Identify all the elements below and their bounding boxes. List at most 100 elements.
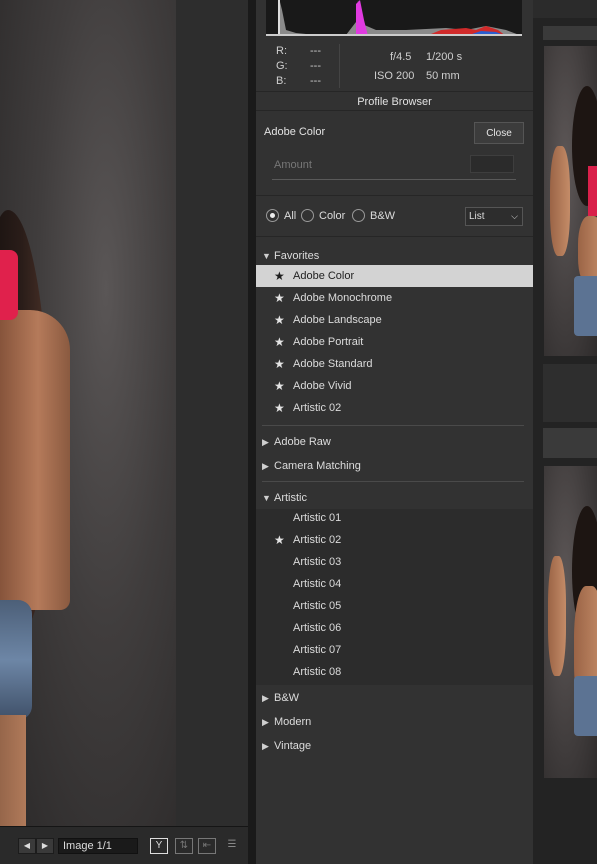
- group-favorites[interactable]: ▼ Favorites: [262, 247, 319, 265]
- histogram: [266, 0, 522, 36]
- filter-bw-radio[interactable]: [352, 209, 365, 222]
- group-adobe-raw[interactable]: ▶ Adobe Raw: [262, 433, 331, 451]
- filmstrip-thumbnail-2[interactable]: [544, 466, 597, 778]
- profile-label: Artistic 04: [293, 578, 342, 590]
- profile-browser-panel: R: G: B: --- --- --- f/4.5 1/200 s ISO 2…: [256, 0, 533, 864]
- profile-row-artistic-01[interactable]: Artistic 01: [256, 507, 533, 529]
- collapsed-triangle-icon: ▶: [262, 717, 269, 727]
- prev-arrow-icon[interactable]: ◀: [18, 838, 36, 854]
- thumb-top: [588, 166, 597, 216]
- view-mode-select[interactable]: List ⌵: [465, 207, 523, 226]
- b-label: B:: [276, 75, 287, 87]
- shutter-speed: 1/200 s: [426, 51, 463, 63]
- profile-label: Artistic 03: [293, 556, 342, 568]
- collapsed-triangle-icon: ▶: [262, 461, 269, 471]
- profile-label: Artistic 07: [293, 644, 342, 656]
- expanded-triangle-icon: ▼: [262, 493, 271, 503]
- group-modern[interactable]: ▶ Modern: [262, 713, 311, 731]
- star-icon[interactable]: ★: [274, 529, 285, 551]
- group-label: Camera Matching: [274, 460, 361, 472]
- aperture: f/4.5: [390, 51, 412, 63]
- profile-row-adobe-color[interactable]: ★ Adobe Color: [256, 265, 533, 287]
- group-label: Artistic: [274, 492, 307, 504]
- profile-label: Artistic 02: [293, 402, 342, 414]
- group-divider: [262, 425, 524, 426]
- profile-browser-title: Profile Browser: [256, 93, 533, 111]
- profile-row-artistic-03[interactable]: Artistic 03: [256, 551, 533, 573]
- collapsed-triangle-icon: ▶: [262, 437, 269, 447]
- filmstrip-header: [533, 0, 597, 18]
- photo-skin: [0, 310, 70, 610]
- g-label: G:: [276, 60, 288, 72]
- close-button[interactable]: Close: [474, 122, 524, 144]
- collapsed-triangle-icon: ▶: [262, 741, 269, 751]
- collapsed-triangle-icon: ▶: [262, 693, 269, 703]
- profile-row-artistic-02[interactable]: ★ Artistic 02: [256, 529, 533, 551]
- profile-label: Adobe Vivid: [293, 380, 352, 392]
- profile-row-artistic-08[interactable]: Artistic 08: [256, 661, 533, 683]
- amount-label: Amount: [274, 159, 312, 171]
- profile-label: Artistic 02: [293, 534, 342, 546]
- thumb-arm: [548, 556, 566, 676]
- profile-row-artistic-04[interactable]: Artistic 04: [256, 573, 533, 595]
- profile-row-artistic-06[interactable]: Artistic 06: [256, 617, 533, 639]
- settings-icon[interactable]: ☰: [223, 838, 241, 854]
- filter-all-label[interactable]: All: [284, 210, 296, 222]
- star-icon[interactable]: ★: [274, 331, 285, 353]
- next-arrow-icon[interactable]: ▶: [36, 838, 54, 854]
- group-label: Vintage: [274, 740, 312, 752]
- r-value: ---: [310, 45, 321, 57]
- profile-row-adobe-standard[interactable]: ★ Adobe Standard: [256, 353, 533, 375]
- star-icon[interactable]: ★: [274, 353, 285, 375]
- profile-row-artistic-07[interactable]: Artistic 07: [256, 639, 533, 661]
- star-icon[interactable]: ★: [274, 397, 285, 419]
- filter-color-radio[interactable]: [301, 209, 314, 222]
- profile-row-adobe-vivid[interactable]: ★ Adobe Vivid: [256, 375, 533, 397]
- group-artistic[interactable]: ▼ Artistic: [262, 489, 307, 507]
- profile-row-adobe-landscape[interactable]: ★ Adobe Landscape: [256, 309, 533, 331]
- section-divider: [256, 236, 533, 237]
- filmstrip: [533, 0, 597, 864]
- before-after-icon[interactable]: Y: [150, 838, 168, 854]
- profile-label: Adobe Monochrome: [293, 292, 393, 304]
- profile-label: Artistic 01: [293, 512, 342, 524]
- swap-icon[interactable]: ⇅: [175, 838, 193, 854]
- group-vintage[interactable]: ▶ Vintage: [262, 737, 311, 755]
- r-label: R:: [276, 45, 287, 57]
- group-label: Modern: [274, 716, 312, 728]
- group-camera-matching[interactable]: ▶ Camera Matching: [262, 457, 361, 475]
- filter-all-radio[interactable]: [266, 209, 279, 222]
- star-icon[interactable]: ★: [274, 375, 285, 397]
- filmstrip-thumbnail-1[interactable]: [544, 46, 597, 356]
- profile-row-adobe-portrait[interactable]: ★ Adobe Portrait: [256, 331, 533, 353]
- photo-shorts: [0, 600, 32, 720]
- histogram-graph: [266, 0, 522, 36]
- star-icon[interactable]: ★: [274, 309, 285, 331]
- profile-row-adobe-monochrome[interactable]: ★ Adobe Monochrome: [256, 287, 533, 309]
- copy-settings-icon[interactable]: ⇤: [198, 838, 216, 854]
- group-divider: [262, 481, 524, 482]
- profile-row-artistic-05[interactable]: Artistic 05: [256, 595, 533, 617]
- filmstrip-tab[interactable]: [543, 26, 597, 40]
- group-label: Favorites: [274, 250, 320, 262]
- canvas-background: [176, 0, 248, 826]
- thumb-shorts: [574, 676, 597, 736]
- filter-color-label[interactable]: Color: [319, 210, 345, 222]
- profile-label: Artistic 08: [293, 666, 342, 678]
- panel-divider[interactable]: [248, 0, 256, 864]
- amount-slider[interactable]: [272, 179, 516, 180]
- thumb-shorts: [574, 276, 597, 336]
- focal-length: 50 mm: [426, 70, 460, 82]
- star-icon[interactable]: ★: [274, 287, 285, 309]
- filter-bw-label[interactable]: B&W: [370, 210, 395, 222]
- profile-label: Adobe Standard: [293, 358, 373, 370]
- profile-label: Artistic 06: [293, 622, 342, 634]
- filmstrip-tab[interactable]: [543, 428, 597, 458]
- current-profile-name: Adobe Color: [264, 126, 326, 138]
- group-bw[interactable]: ▶ B&W: [262, 689, 299, 707]
- amount-field[interactable]: [470, 155, 514, 173]
- star-icon[interactable]: ★: [274, 265, 285, 287]
- section-divider: [256, 195, 533, 196]
- main-photo-preview[interactable]: [0, 0, 176, 826]
- profile-row-artistic-02-favorite[interactable]: ★ Artistic 02: [256, 397, 533, 419]
